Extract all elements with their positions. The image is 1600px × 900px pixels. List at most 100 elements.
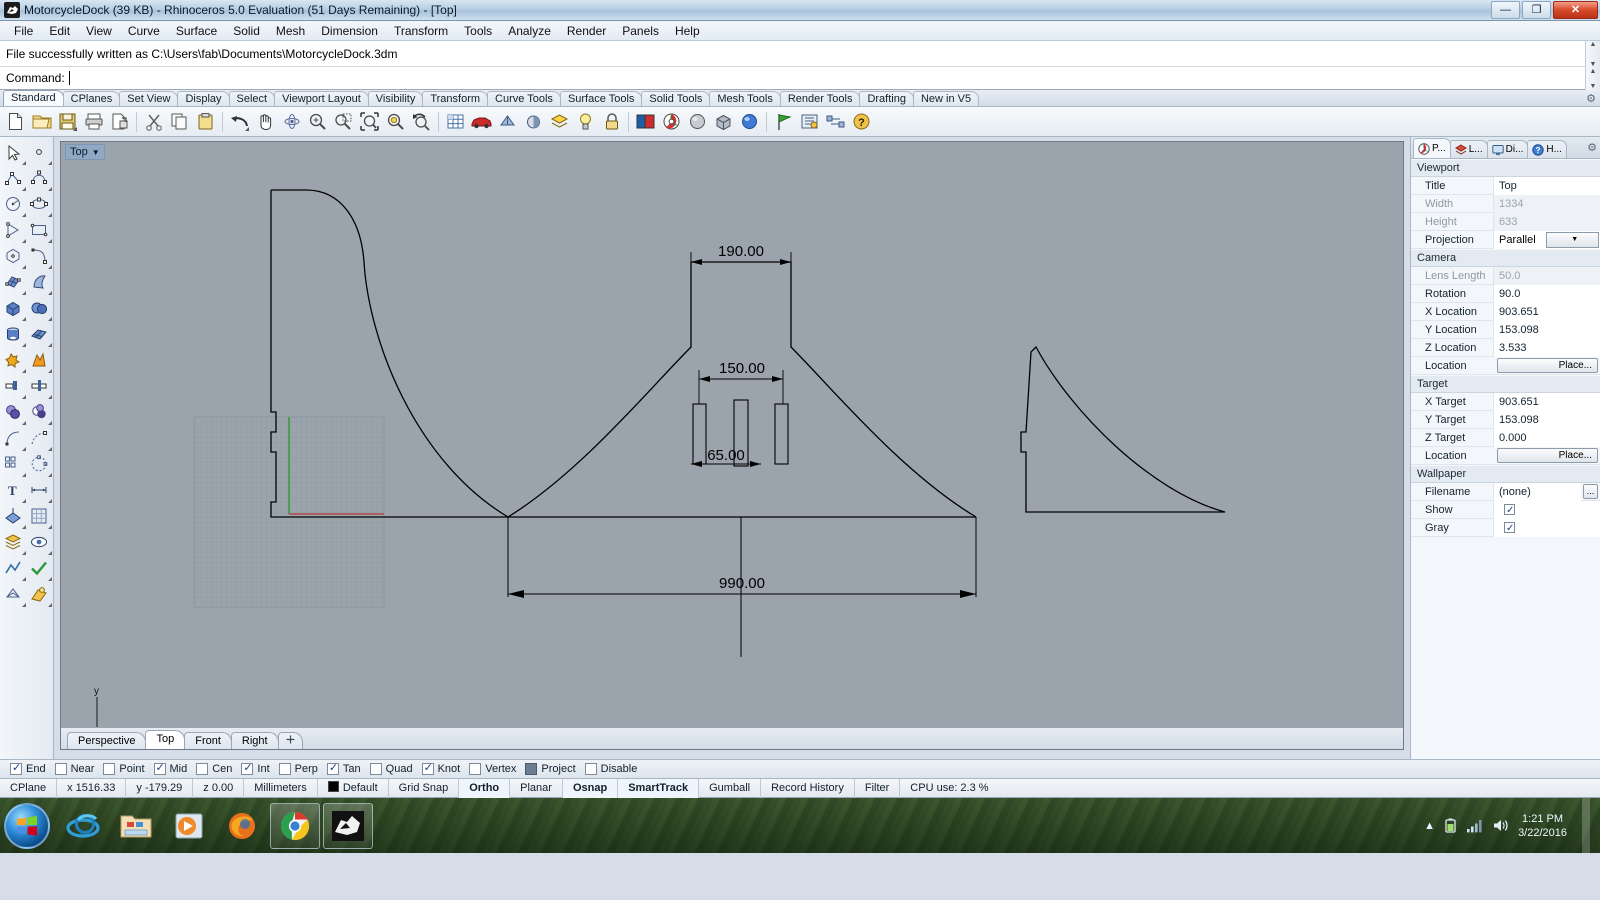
print-icon[interactable] [82, 110, 105, 133]
menu-item-panels[interactable]: Panels [614, 22, 667, 40]
property-value[interactable]: 153.098 [1493, 320, 1600, 339]
rhinoceros-icon[interactable] [323, 802, 373, 849]
status-toggle-filter[interactable]: Filter [855, 778, 901, 798]
color-swatch-icon[interactable] [634, 110, 657, 133]
offset-curve-icon[interactable] [26, 425, 52, 451]
array-polar-icon[interactable] [26, 451, 52, 477]
boolean-difference-icon[interactable] [0, 399, 26, 425]
menu-item-help[interactable]: Help [667, 22, 708, 40]
menu-item-edit[interactable]: Edit [41, 22, 78, 40]
polygon-triangle-icon[interactable] [0, 217, 26, 243]
osnap-checkbox-perp[interactable] [278, 763, 291, 775]
explode-icon[interactable] [26, 347, 52, 373]
undo-arrow-icon[interactable] [228, 110, 251, 133]
fillet-curve-icon[interactable] [0, 425, 26, 451]
osnap-vertex[interactable]: Vertex [469, 763, 523, 775]
battery-icon[interactable] [1444, 818, 1457, 833]
viewport-tab-top[interactable]: Top [145, 730, 186, 749]
show-desktop-button[interactable] [1582, 798, 1590, 853]
check-icon[interactable] [26, 555, 52, 581]
viewport-tab-front[interactable]: Front [184, 732, 232, 749]
circle-icon[interactable] [0, 191, 26, 217]
properties-tab-3[interactable]: ? H... [1527, 140, 1567, 158]
checkbox-cell[interactable] [1493, 518, 1600, 538]
menu-item-solid[interactable]: Solid [225, 22, 268, 40]
light-bulb-icon[interactable] [574, 110, 597, 133]
menu-item-analyze[interactable]: Analyze [500, 22, 559, 40]
top-viewport[interactable]: 190.00 150.00 65.00 990.00 y Top ▼ Persp… [60, 141, 1404, 750]
menu-item-surface[interactable]: Surface [168, 22, 225, 40]
ellipse-icon[interactable] [26, 191, 52, 217]
sphere-solid-icon[interactable] [26, 295, 52, 321]
paste-icon[interactable] [194, 110, 217, 133]
dimension-65[interactable]: 65.00 [691, 447, 761, 467]
osnap-checkbox-tan[interactable] [326, 761, 339, 775]
cplane-icon[interactable] [0, 503, 26, 529]
osnap-checkbox-near[interactable] [54, 763, 67, 775]
distribute-icon[interactable] [824, 110, 847, 133]
toolbar-tab-render-tools[interactable]: Render Tools [779, 91, 861, 106]
file-explorer-icon[interactable] [111, 803, 161, 849]
command-scroll-down[interactable]: ▲ ▼ [1585, 68, 1600, 90]
chevron-down-icon[interactable]: ▼ [1545, 231, 1599, 248]
surface-sweep-icon[interactable] [26, 269, 52, 295]
property-value[interactable]: 903.651 [1493, 302, 1600, 321]
layer-tool-icon[interactable] [0, 529, 26, 555]
help-icon[interactable]: ? [850, 110, 873, 133]
layer-icon[interactable] [548, 110, 571, 133]
cad-drawing-canvas[interactable]: 190.00 150.00 65.00 990.00 y [61, 142, 1371, 729]
osnap-checkbox-mid[interactable] [153, 761, 166, 775]
status-layer[interactable]: Default [318, 778, 389, 798]
cut-scissors-icon[interactable] [142, 110, 165, 133]
toolbar-tab-cplanes[interactable]: CPlanes [62, 91, 121, 106]
box-shade-icon[interactable] [712, 110, 735, 133]
hexagon-icon[interactable] [0, 243, 26, 269]
array-icon[interactable] [0, 451, 26, 477]
command-prompt-row[interactable]: Command: [0, 67, 1600, 89]
cylinder-solid-icon[interactable] [0, 321, 26, 347]
copy-icon[interactable] [168, 110, 191, 133]
gear-icon[interactable]: ⚙ [1587, 141, 1597, 154]
network-icon[interactable] [1466, 819, 1483, 833]
osnap-disable[interactable]: Disable [584, 763, 645, 775]
zoom-in-icon[interactable] [306, 110, 329, 133]
toolbar-tab-standard[interactable]: Standard [3, 90, 64, 106]
command-scroll-up[interactable]: ▲ ▼ [1585, 41, 1600, 68]
status-toggle-record-history[interactable]: Record History [761, 778, 855, 798]
toolbar-tab-surface-tools[interactable]: Surface Tools [559, 91, 643, 106]
close-button[interactable]: ✕ [1553, 1, 1598, 19]
toolbar-tab-visibility[interactable]: Visibility [367, 91, 424, 106]
menu-item-file[interactable]: File [6, 22, 41, 40]
analyze-icon[interactable] [0, 555, 26, 581]
point-icon[interactable] [26, 139, 52, 165]
sphere-grey-icon[interactable] [686, 110, 709, 133]
viewport-title-label[interactable]: Top ▼ [65, 144, 105, 160]
toolbar-tab-display[interactable]: Display [177, 91, 230, 106]
properties-tab-2[interactable]: Di... [1486, 140, 1529, 158]
box-solid-icon[interactable] [0, 295, 26, 321]
menu-item-view[interactable]: View [78, 22, 120, 40]
osnap-checkbox-int[interactable] [241, 761, 254, 775]
projection-combo[interactable]: Parallel ▼ [1493, 230, 1600, 249]
status-units[interactable]: Millimeters [244, 778, 318, 798]
media-player-icon[interactable] [164, 803, 214, 849]
select-arrow-icon[interactable] [0, 139, 26, 165]
render-preview-icon[interactable] [522, 110, 545, 133]
boolean-intersection-icon[interactable] [26, 399, 52, 425]
lock-icon[interactable] [600, 110, 623, 133]
osnap-checkbox-knot[interactable] [421, 761, 434, 775]
osnap-perp[interactable]: Perp [278, 763, 325, 775]
property-value[interactable]: 0.000 [1493, 428, 1600, 447]
chevron-down-icon[interactable]: ▼ [92, 148, 100, 157]
toolbar-tab-drafting[interactable]: Drafting [859, 91, 914, 106]
properties-tab-0[interactable]: P... [1413, 138, 1451, 158]
open-folder-icon[interactable] [30, 110, 53, 133]
copy-to-clipboard-icon[interactable] [108, 110, 131, 133]
osnap-knot[interactable]: Knot [421, 761, 468, 775]
osnap-int[interactable]: Int [241, 761, 276, 775]
menu-item-render[interactable]: Render [559, 22, 614, 40]
split-icon[interactable] [26, 373, 52, 399]
menu-item-curve[interactable]: Curve [120, 22, 168, 40]
mesh-tool-icon[interactable] [0, 581, 26, 607]
dimension-150[interactable]: 150.00 [698, 360, 784, 404]
